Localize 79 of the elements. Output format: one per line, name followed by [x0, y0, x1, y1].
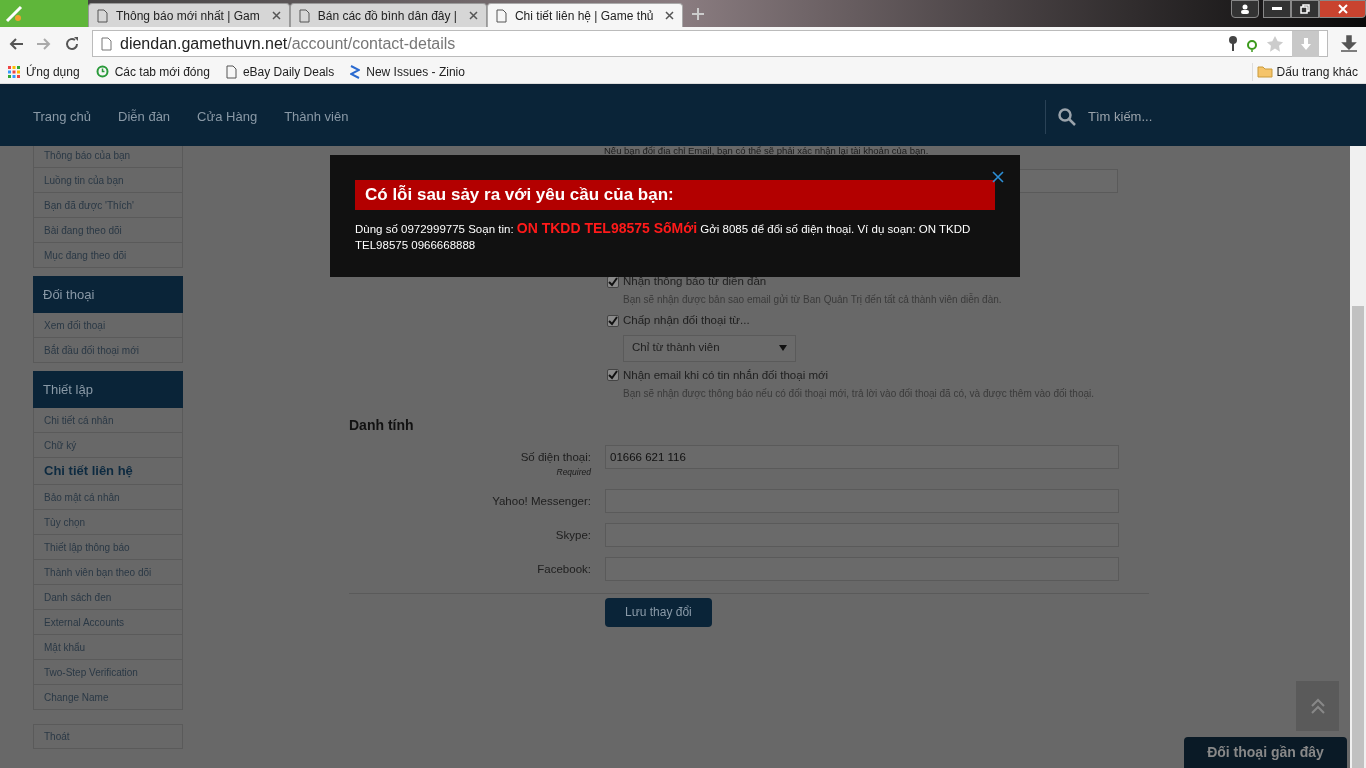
sidebar-item[interactable]: Thoát [33, 724, 183, 749]
close-icon [1337, 4, 1348, 14]
dialog-title: Có lỗi sau sảy ra với yêu cầu của bạn: [355, 180, 995, 210]
bookmark-link[interactable]: New Issues - Zinio [366, 62, 465, 81]
search-icon[interactable] [1058, 108, 1076, 126]
sidebar-heading: Đối thoại [33, 276, 183, 313]
field-label: Skype: [555, 527, 591, 543]
history-icon [95, 65, 109, 78]
close-tab-icon[interactable] [468, 11, 478, 20]
text-field[interactable]: 01666 621 116 [605, 444, 1119, 469]
download-icon[interactable] [1340, 34, 1358, 53]
minimize-button[interactable] [1263, 0, 1291, 18]
checkbox-label: Chấp nhận đối thoại từ... [623, 313, 750, 329]
close-icon[interactable] [992, 171, 1004, 183]
person-icon [1240, 4, 1250, 14]
required-note: Required [556, 466, 591, 479]
sidebar-item[interactable]: Chữ ký [33, 433, 183, 458]
reload-icon[interactable] [64, 35, 80, 52]
sidebar-item[interactable]: External Accounts [33, 610, 183, 635]
restore-icon [1300, 4, 1310, 14]
apps-grid-icon [8, 65, 20, 78]
down-arrow-icon [1300, 37, 1311, 50]
nav-link[interactable]: Thành viên [284, 107, 349, 127]
checkbox[interactable] [607, 314, 619, 327]
nav-link[interactable]: Cửa Hàng [197, 107, 258, 127]
close-window-button[interactable] [1319, 0, 1366, 18]
sidebar-item[interactable]: Chi tiết liên hệ [33, 458, 183, 485]
profile-button[interactable] [1231, 0, 1259, 18]
new-tab-icon[interactable] [691, 7, 706, 21]
field-label: Yahoo! Messenger: [492, 493, 591, 509]
browser-tab[interactable]: Thông báo mới nhất | Gam [88, 3, 290, 27]
url-host: diendan.gamethuvn.net [120, 34, 288, 52]
sidebar-item[interactable]: Two-Step Verification [33, 660, 183, 685]
star-icon[interactable] [1266, 34, 1284, 53]
sidebar-item[interactable]: Xem đối thoại [33, 313, 183, 338]
double-up-icon [1310, 698, 1325, 714]
sidebar-item[interactable]: Danh sách đen [33, 585, 183, 610]
sidebar-item[interactable]: Thành viên bạn theo dõi [33, 560, 183, 585]
checkbox[interactable] [607, 369, 619, 382]
section-title: Danh tính [349, 415, 415, 435]
browser-tab[interactable]: Chi tiết liên hệ | Game thủ [486, 3, 684, 27]
maximize-button[interactable] [1291, 0, 1319, 18]
page-icon [298, 8, 310, 23]
nav-link[interactable]: Diễn đàn [118, 107, 171, 127]
search-field[interactable]: Tìm kiếm... [1088, 107, 1288, 127]
recent-conversations-tab[interactable]: Đối thoại gần đây [1184, 737, 1347, 768]
field-label: Số điện thoại: [520, 449, 591, 465]
address-bar[interactable]: diendan.gamethuvn.net/account/contact-details [92, 30, 1328, 57]
url-path: /account/contact-details [287, 34, 456, 52]
scrollbar[interactable] [1350, 146, 1366, 768]
back-icon[interactable] [8, 35, 24, 52]
zigzag-icon [350, 64, 361, 79]
bookmark-link[interactable]: Ứng dụng [26, 62, 80, 81]
dialog-message: Dùng số 0972999775 Soạn tin: ON TKDD TEL98575 SốMới Gởi 8085 để đổi số điện thoại. Ví dụ soạn: ON TKDD TEL98575 0966668888 [355, 220, 972, 253]
bookmark-link[interactable]: eBay Daily Deals [242, 62, 335, 81]
nav-link[interactable]: Trang chủ [33, 107, 92, 127]
hint-text: Nếu bạn đổi địa chỉ Email, bạn có thể sẽ phải xác nhận lại tài khoản của bạn. [604, 146, 930, 155]
sidebar-item[interactable]: Bài đang theo dõi [33, 218, 183, 243]
page-icon [97, 8, 108, 23]
sidebar-heading: Thiết lập [33, 371, 183, 408]
checkbox-label: Nhận email khi có tin nhắn đối thoại mới [623, 367, 829, 383]
close-tab-icon[interactable] [271, 11, 281, 20]
sidebar-item[interactable]: Change Name [33, 685, 183, 710]
checkbox-label: Nhận thông báo từ diễn đàn [623, 274, 767, 289]
browser-tab[interactable]: Bán các đồ bình dân đây | [289, 3, 487, 27]
sidebar-item[interactable]: Mục đang theo dõi [33, 243, 183, 268]
page-icon [495, 8, 507, 23]
save-button[interactable]: Lưu thay đổi [605, 597, 712, 627]
dropdown-arrow-icon [779, 345, 787, 351]
folder-icon [1256, 65, 1273, 78]
page-icon [101, 36, 112, 51]
page-icon [225, 64, 237, 79]
field-label: Facebook: [537, 561, 591, 577]
bookmark-folder[interactable]: Dấu trang khác [1276, 62, 1358, 81]
bookmark-link[interactable]: Các tab mới đóng [114, 62, 210, 81]
close-tab-icon[interactable] [665, 11, 675, 20]
minimize-icon [1272, 7, 1282, 11]
logo-icon [4, 3, 24, 24]
dropdown[interactable]: Chỉ từ thành viên [623, 334, 796, 362]
